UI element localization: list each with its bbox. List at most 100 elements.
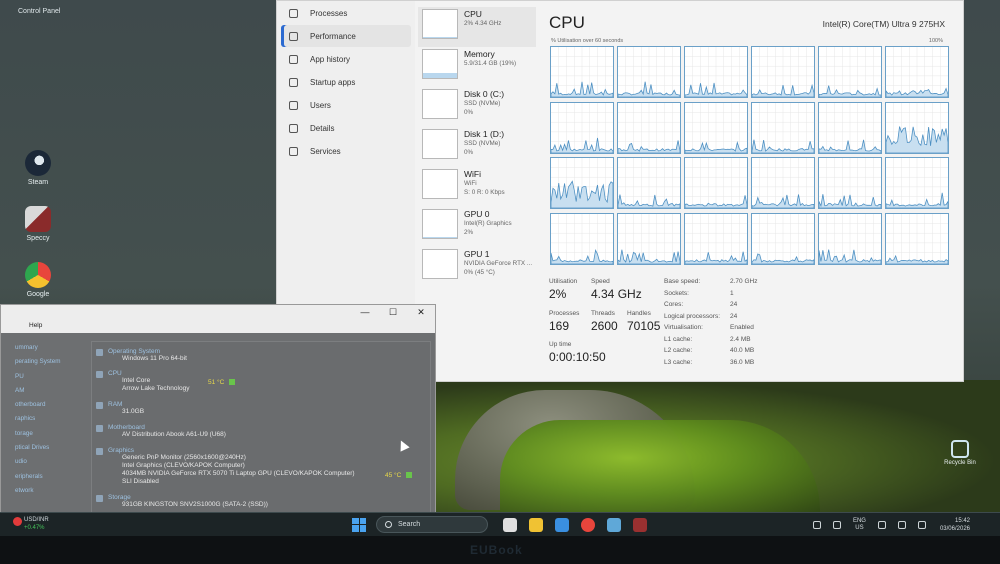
core-graph[interactable] bbox=[818, 101, 882, 154]
core-graph[interactable] bbox=[885, 212, 949, 265]
close-button[interactable]: ✕ bbox=[407, 305, 435, 319]
core-graph[interactable] bbox=[751, 157, 815, 209]
core-graph-svg bbox=[618, 213, 680, 264]
core-graph[interactable] bbox=[550, 157, 614, 209]
resource-item[interactable]: CPU 2% 4.34 GHz bbox=[418, 7, 536, 47]
core-graph[interactable] bbox=[818, 157, 882, 209]
taskbar-search[interactable]: Search bbox=[376, 516, 488, 533]
detail-key: Sockets: bbox=[664, 289, 689, 297]
minimize-button[interactable]: — bbox=[351, 305, 379, 319]
core-graph-svg bbox=[752, 213, 814, 264]
resource-item[interactable]: Memory 5.9/31.4 GB (19%) bbox=[418, 47, 536, 87]
task-view-icon[interactable] bbox=[503, 517, 517, 532]
speccy-menubar: Help bbox=[1, 319, 435, 333]
clock[interactable]: 15:42 03/06/2026 bbox=[940, 517, 970, 533]
nav-label: Services bbox=[310, 146, 341, 156]
core-graph[interactable] bbox=[751, 212, 815, 265]
resource-item[interactable]: GPU 0 Intel(R) Graphics 2% bbox=[418, 207, 536, 247]
wifi-icon[interactable] bbox=[877, 521, 886, 529]
network-icon[interactable] bbox=[832, 521, 841, 529]
nav-label: Users bbox=[310, 100, 331, 110]
core-graph[interactable] bbox=[550, 46, 614, 98]
chrome-icon[interactable] bbox=[581, 517, 595, 532]
performance-icon bbox=[289, 31, 298, 41]
resource-item[interactable]: Disk 0 (C:) SSD (NVMe) 0% bbox=[418, 87, 536, 127]
core-graph[interactable] bbox=[885, 46, 949, 98]
sidebar-item[interactable]: AM bbox=[1, 384, 87, 398]
core-graph[interactable] bbox=[751, 46, 815, 98]
stock-widget[interactable]: USD/INR +0.47% bbox=[13, 516, 49, 532]
core-graph[interactable] bbox=[818, 212, 882, 265]
desktop-icon-recycle-bin[interactable]: Recycle Bin bbox=[940, 440, 980, 466]
core-graph[interactable] bbox=[684, 212, 748, 265]
core-graph[interactable] bbox=[818, 46, 882, 98]
resource-detail: 2% bbox=[464, 228, 474, 236]
menu-help[interactable]: Help bbox=[29, 322, 42, 329]
core-graph[interactable] bbox=[617, 212, 681, 265]
resource-detail: 0% bbox=[464, 108, 474, 116]
sidebar-item[interactable]: eripherals bbox=[1, 470, 87, 484]
sidebar-item[interactable]: ptical Drives bbox=[1, 441, 87, 455]
control-panel-shortcut-label[interactable]: Control Panel bbox=[18, 8, 60, 15]
sidebar-item[interactable]: perating System bbox=[1, 355, 87, 369]
resource-thumbnail-fill bbox=[423, 37, 457, 38]
sidebar-item[interactable]: raphics bbox=[1, 412, 87, 426]
core-graph[interactable] bbox=[550, 101, 614, 154]
file-explorer-icon[interactable] bbox=[529, 517, 543, 532]
resource-thumbnail bbox=[422, 209, 458, 239]
sidebar-item[interactable]: otherboard bbox=[1, 398, 87, 412]
sidebar-item[interactable]: PU bbox=[1, 370, 87, 384]
section-line: AV Distribution Abook A61-U9 (U68) bbox=[122, 431, 226, 438]
nav-users[interactable]: Users bbox=[281, 94, 411, 116]
core-graph[interactable] bbox=[617, 157, 681, 209]
nav-startup-apps[interactable]: Startup apps bbox=[281, 71, 411, 93]
nav-performance[interactable]: Performance bbox=[281, 25, 411, 47]
sidebar-item[interactable]: ummary bbox=[1, 341, 87, 355]
speccy-summary: Operating System Windows 11 Pro 64-bit C… bbox=[91, 341, 431, 517]
nav-details[interactable]: Details bbox=[281, 117, 411, 139]
section-title: RAM bbox=[96, 401, 144, 409]
nav-processes[interactable]: Processes bbox=[281, 2, 411, 24]
speccy-icon[interactable] bbox=[633, 517, 647, 532]
volume-icon[interactable] bbox=[897, 521, 906, 529]
language-indicator[interactable]: ENG US bbox=[853, 518, 866, 532]
stat-utilisation: Utilisation 2% bbox=[549, 278, 577, 301]
nav-label: App history bbox=[310, 54, 351, 64]
core-graph[interactable] bbox=[684, 46, 748, 98]
desktop-icon-steam[interactable]: Steam bbox=[13, 150, 63, 186]
section-line: Intel Graphics (CLEVO/KAPOK Computer) bbox=[122, 462, 245, 469]
task-manager-icon[interactable] bbox=[607, 517, 621, 532]
core-graph[interactable] bbox=[885, 157, 949, 209]
core-graph[interactable] bbox=[885, 101, 949, 154]
core-graph[interactable] bbox=[617, 46, 681, 98]
chevron-up-icon[interactable] bbox=[812, 521, 821, 529]
sidebar-item[interactable]: torage bbox=[1, 427, 87, 441]
nav-services[interactable]: Services bbox=[281, 140, 411, 162]
sidebar-item[interactable]: udio bbox=[1, 455, 87, 469]
windows-start-icon[interactable] bbox=[352, 517, 366, 532]
gpu-temperature: 45 °C bbox=[385, 472, 412, 479]
core-graph[interactable] bbox=[617, 101, 681, 154]
nav-app-history[interactable]: App history bbox=[281, 48, 411, 70]
store-icon[interactable] bbox=[555, 517, 569, 532]
section-motherboard: Motherboard AV Distribution Abook A61-U9… bbox=[96, 424, 226, 439]
resource-item[interactable]: Disk 1 (D:) SSD (NVMe) 0% bbox=[418, 127, 536, 167]
core-utilisation-series bbox=[752, 83, 814, 97]
core-graph[interactable] bbox=[550, 212, 614, 265]
logical-processor-graphs[interactable] bbox=[550, 46, 952, 265]
core-graph[interactable] bbox=[684, 101, 748, 154]
battery-icon[interactable] bbox=[917, 521, 926, 529]
resource-item[interactable]: WiFi WiFi S: 0 R: 0 Kbps bbox=[418, 167, 536, 207]
resource-detail: SSD (NVMe) bbox=[464, 140, 501, 147]
core-graph[interactable] bbox=[684, 157, 748, 209]
taskbar-apps bbox=[496, 517, 652, 532]
sidebar-item[interactable]: etwork bbox=[1, 484, 87, 498]
speccy-titlebar[interactable]: — ☐ ✕ bbox=[1, 305, 435, 319]
core-graph[interactable] bbox=[751, 101, 815, 154]
core-graph-svg bbox=[618, 158, 680, 208]
desktop-icon-speccy[interactable]: Speccy bbox=[13, 206, 63, 242]
window-controls: — ☐ ✕ bbox=[351, 305, 435, 319]
maximize-button[interactable]: ☐ bbox=[379, 305, 407, 319]
desktop-icon-google[interactable]: Google bbox=[13, 262, 63, 298]
resource-item[interactable]: GPU 1 NVIDIA GeForce RTX ... 0% (45 °C) bbox=[418, 247, 536, 287]
